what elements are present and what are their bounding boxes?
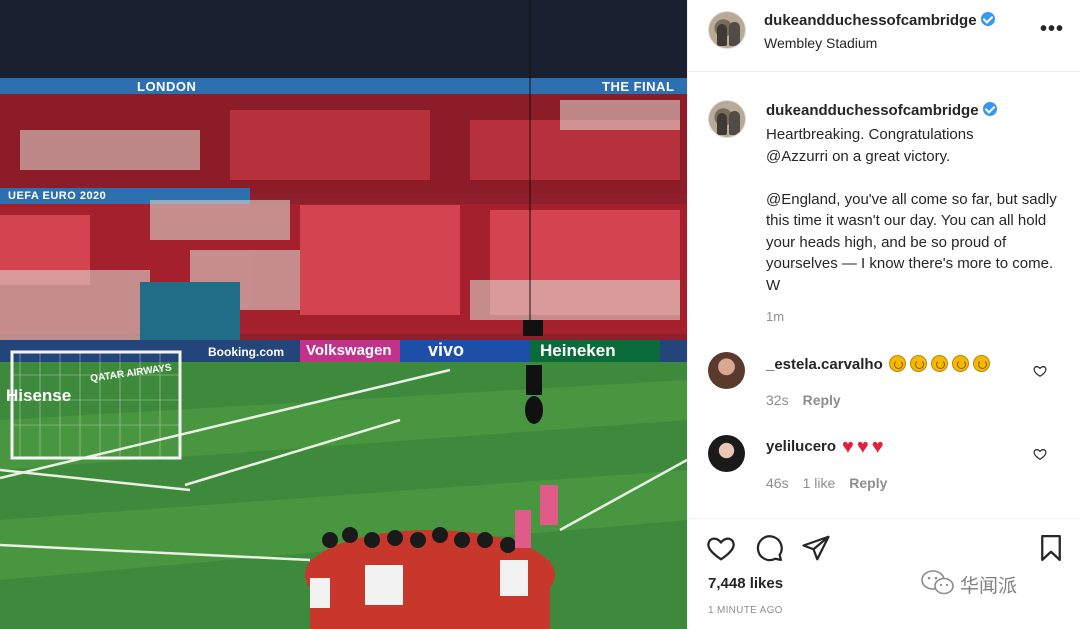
clap-emoji — [909, 355, 927, 372]
comment-line: yelilucero ♥ ♥ ♥ — [766, 436, 887, 458]
verified-icon — [980, 12, 995, 26]
caption-text: Heartbreaking. Congratulations @Azzurri … — [766, 126, 1057, 294]
reply-button[interactable]: Reply — [803, 392, 841, 408]
clap-emoji — [951, 355, 969, 372]
post-location[interactable]: Wembley Stadium — [764, 35, 877, 51]
red-heart-emoji: ♥ — [856, 436, 869, 458]
commenter-avatar[interactable] — [708, 352, 745, 389]
banner-london: LONDON — [137, 79, 197, 94]
banner-the-final: THE FINAL — [602, 79, 675, 94]
comment-line: _estela.carvalho — [766, 355, 994, 373]
post-panel: dukeandduchessofcambridge Wembley Stadiu… — [687, 0, 1080, 629]
ad-booking: Booking.com — [208, 345, 285, 359]
stadium-scene — [0, 0, 687, 629]
post-header: dukeandduchessofcambridge Wembley Stadiu… — [688, 0, 1080, 72]
commenter-username[interactable]: yelilucero — [766, 438, 836, 455]
comment-meta: 32s Reply — [766, 392, 855, 408]
clap-emoji — [972, 355, 990, 372]
caption-username[interactable]: dukeandduchessofcambridge — [766, 102, 997, 119]
commenter-username[interactable]: _estela.carvalho — [766, 356, 883, 373]
author-avatar[interactable] — [708, 11, 746, 49]
caption-time: 1m — [766, 309, 785, 324]
post-time-ago: 1 MINUTE AGO — [708, 605, 783, 616]
likes-count[interactable]: 7,448 likes — [708, 575, 783, 592]
comment-likes[interactable]: 1 like — [803, 475, 836, 491]
heart-icon[interactable] — [706, 533, 736, 563]
clap-emoji-row — [888, 355, 994, 373]
author-username[interactable]: dukeandduchessofcambridge — [764, 12, 995, 29]
ad-vivo: vivo — [428, 340, 465, 360]
caption-username-text[interactable]: dukeandduchessofcambridge — [766, 102, 979, 119]
author-username-text[interactable]: dukeandduchessofcambridge — [764, 12, 977, 29]
comment-time: 46s — [766, 475, 789, 491]
comment-icon[interactable] — [754, 533, 784, 563]
comment-meta: 46s 1 like Reply — [766, 475, 901, 491]
caption-avatar[interactable] — [708, 100, 746, 138]
verified-icon — [982, 102, 997, 116]
bookmark-icon[interactable] — [1036, 533, 1066, 563]
comment-like-heart-icon[interactable] — [1033, 447, 1047, 461]
commenter-avatar[interactable] — [708, 435, 745, 472]
share-icon[interactable] — [801, 533, 831, 563]
banner-euro: UEFA EURO 2020 — [8, 190, 107, 202]
comment-like-heart-icon[interactable] — [1033, 364, 1047, 378]
ad-hisense: Hisense — [6, 386, 72, 405]
post-photo[interactable]: LONDON THE FINAL UEFA EURO 2020 Booking.… — [0, 0, 687, 629]
watermark: 华闻派 — [914, 565, 1074, 599]
clap-emoji — [930, 355, 948, 372]
comment-time: 32s — [766, 392, 789, 408]
post-actions: 7,448 likes 1 MINUTE AGO 华闻派 — [688, 518, 1080, 629]
ad-volkswagen: Volkswagen — [306, 342, 392, 359]
more-icon[interactable]: ••• — [1040, 19, 1064, 39]
ad-heineken: Heineken — [540, 341, 616, 360]
red-heart-emoji: ♥ — [842, 436, 854, 458]
red-heart-emoji: ♥ — [871, 436, 884, 458]
watermark-text: 华闻派 — [960, 575, 1018, 597]
wechat-icon — [921, 570, 954, 595]
reply-button[interactable]: Reply — [849, 475, 887, 491]
clap-emoji — [888, 355, 906, 372]
